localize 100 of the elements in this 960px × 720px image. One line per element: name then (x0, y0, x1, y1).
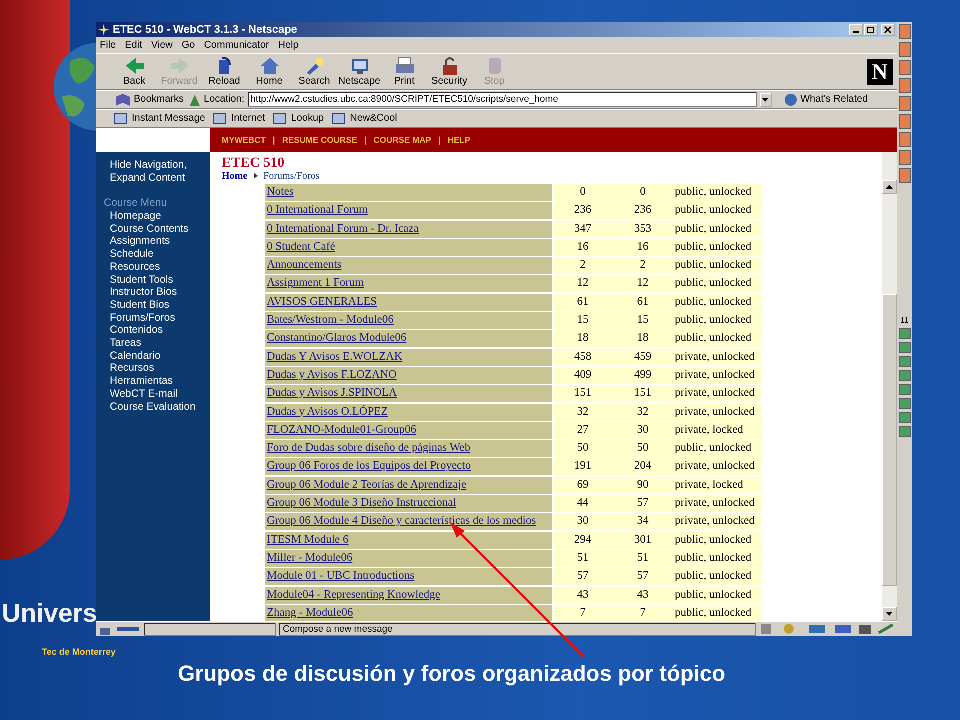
sidebar-item[interactable]: Forums/Foros (110, 312, 210, 324)
menu-item[interactable]: Go (182, 40, 196, 50)
sidebar-item[interactable]: Course Contents (110, 222, 210, 236)
slide-caption: Grupos de discusión y foros organizados por tópico (178, 661, 727, 687)
forum-link[interactable]: Assignment 1 Forum (267, 277, 364, 290)
tool-icon[interactable] (898, 328, 910, 339)
sidebar-item[interactable]: Homepage (110, 210, 210, 223)
toolbar-button[interactable]: Reload (202, 56, 247, 87)
table-cell: 2 (553, 257, 613, 274)
hide-navigation-link[interactable]: Hide Navigation, Expand Content (110, 159, 210, 185)
file-icon[interactable] (898, 168, 910, 183)
toolbar-button[interactable]: Back (112, 56, 157, 87)
forum-link[interactable]: Constantino/Glaros Module06 (267, 332, 407, 344)
personal-toolbar-button[interactable]: New&Cool (332, 112, 398, 125)
table-cell: public, unlocked (673, 604, 761, 621)
dropdown-button[interactable] (760, 92, 772, 106)
sidebar-item[interactable]: Recursos (110, 362, 210, 376)
sidebar-item[interactable]: Resources (110, 260, 210, 274)
menu-item[interactable]: Communicator (204, 40, 270, 50)
top-link[interactable]: HELP (448, 135, 470, 145)
tool-icon[interactable] (898, 412, 910, 423)
sidebar-item[interactable]: Schedule (110, 248, 210, 261)
sidebar-item[interactable]: WebCT E-mail (110, 388, 210, 401)
sidebar-item[interactable]: Course Evaluation (110, 400, 210, 414)
breadcrumb-link[interactable]: Home (222, 170, 248, 182)
forum-link[interactable]: 0 International Forum - Dr. Icaza (267, 222, 419, 235)
sidebar-item[interactable]: Instructor Bios (110, 286, 210, 299)
close-button[interactable] (881, 24, 895, 36)
breadcrumb-link[interactable]: Forums/Foros (264, 170, 320, 182)
tool-icon[interactable] (898, 370, 910, 381)
sidebar-item[interactable]: Student Bios (110, 298, 210, 312)
top-link[interactable]: RESUME COURSE (282, 135, 358, 145)
window-title: ETEC 510 - WebCT 3.1.3 - Netscape (113, 24, 298, 36)
tool-icon[interactable] (898, 384, 910, 395)
table-cell: public, unlocked (673, 220, 761, 238)
tool-icon[interactable] (898, 398, 910, 409)
top-link[interactable]: MYWEBCT (222, 135, 266, 145)
forum-link[interactable]: Bates/Westrom - Module06 (267, 314, 394, 326)
table-cell: public, unlocked (673, 202, 761, 220)
file-icon[interactable] (898, 132, 910, 147)
menu-item[interactable]: Edit (125, 40, 142, 50)
forum-link[interactable]: Notes (267, 186, 294, 198)
forum-link[interactable]: Zhang - Module06 (267, 606, 354, 619)
toolbar-button[interactable]: Netscape (337, 56, 382, 87)
vertical-scrollbar[interactable] (882, 152, 897, 621)
forum-link[interactable]: Dudas Y Avisos E.WOLZAK (267, 350, 403, 363)
file-icon[interactable] (898, 96, 910, 111)
bookmarks-button[interactable]: Bookmarks (112, 92, 186, 106)
forum-link[interactable]: 0 Student Café (267, 240, 336, 253)
related-button[interactable]: What's Related (780, 92, 870, 106)
sidebar-item[interactable]: Calendario (110, 350, 210, 362)
menu-item[interactable]: Help (278, 40, 299, 50)
sidebar-item[interactable]: Tareas (110, 337, 210, 350)
file-icon[interactable] (898, 42, 910, 57)
forum-link[interactable]: Module04 - Representing Knowledge (267, 588, 440, 601)
forum-link[interactable]: AVISOS GENERALES (267, 296, 378, 308)
scroll-thumb[interactable] (882, 294, 897, 586)
personal-toolbar-button[interactable]: Lookup (273, 112, 324, 125)
forum-link[interactable]: Group 06 Module 4 Diseño y características de los medios (267, 515, 536, 528)
personal-toolbar-button[interactable]: Internet (213, 112, 266, 125)
menu-item[interactable]: File (100, 40, 116, 50)
tool-icon[interactable] (898, 356, 910, 367)
sidebar-item[interactable]: Student Tools (110, 274, 210, 286)
file-icon[interactable] (898, 150, 910, 165)
toolbar-button[interactable]: Print (382, 56, 427, 87)
sidebar-item[interactable]: Herramientas (110, 375, 210, 388)
table-cell: 0 (553, 184, 613, 201)
restore-button[interactable] (864, 24, 878, 36)
forum-link[interactable]: ITESM Module 6 (267, 534, 349, 546)
table-cell: 15 (613, 312, 673, 330)
forum-link[interactable]: Foro de Dudas sobre diseño de páginas Web (267, 442, 471, 454)
minimize-button[interactable] (849, 24, 863, 36)
forum-link[interactable]: FLOZANO-Module01-Group06 (267, 424, 416, 436)
top-link[interactable]: COURSE MAP (374, 135, 432, 145)
toolbar-button[interactable]: Security (427, 56, 472, 87)
file-icon[interactable] (898, 114, 910, 129)
forum-link[interactable]: Group 06 Module 3 Diseño Instruccional (267, 497, 456, 510)
forum-link[interactable]: 0 International Forum (267, 204, 368, 216)
forum-link[interactable]: Announcements (267, 259, 342, 272)
forum-link[interactable]: Group 06 Module 2 Teorías de Aprendizaje (267, 478, 467, 491)
toolbar-button[interactable]: Search (292, 56, 337, 87)
personal-toolbar-button[interactable]: Instant Message (114, 112, 206, 125)
url-field[interactable]: http://www2.cstudies.ubc.ca:8900/SCRIPT/ETEC510/scripts/serve_home (248, 92, 757, 107)
forum-link[interactable]: Dudas y Avisos J.SPINOLA (267, 387, 398, 400)
file-icon[interactable] (898, 78, 910, 93)
table-cell: 204 (613, 458, 673, 476)
forum-link[interactable]: Group 06 Foros de los Equipos del Proyecto (267, 460, 472, 472)
forum-link[interactable]: Miller - Module06 (267, 552, 353, 564)
sidebar-item[interactable]: Contenidos (110, 324, 210, 338)
file-icon[interactable] (898, 60, 910, 75)
menu-item[interactable]: View (151, 40, 173, 50)
forum-link[interactable]: Module 01 - UBC Introductions (267, 570, 415, 582)
tool-icon[interactable] (898, 342, 910, 353)
toolbar-button[interactable]: Home (247, 56, 292, 87)
file-icon[interactable] (898, 24, 910, 39)
forum-link[interactable]: Dudas y Avisos F.LOZANO (267, 368, 397, 381)
forum-link[interactable]: Dudas y Avisos O.LÓPEZ (267, 406, 388, 418)
sidebar-item[interactable]: Assignments (110, 235, 210, 248)
caret-icon (254, 173, 258, 179)
tool-icon[interactable] (898, 426, 910, 437)
